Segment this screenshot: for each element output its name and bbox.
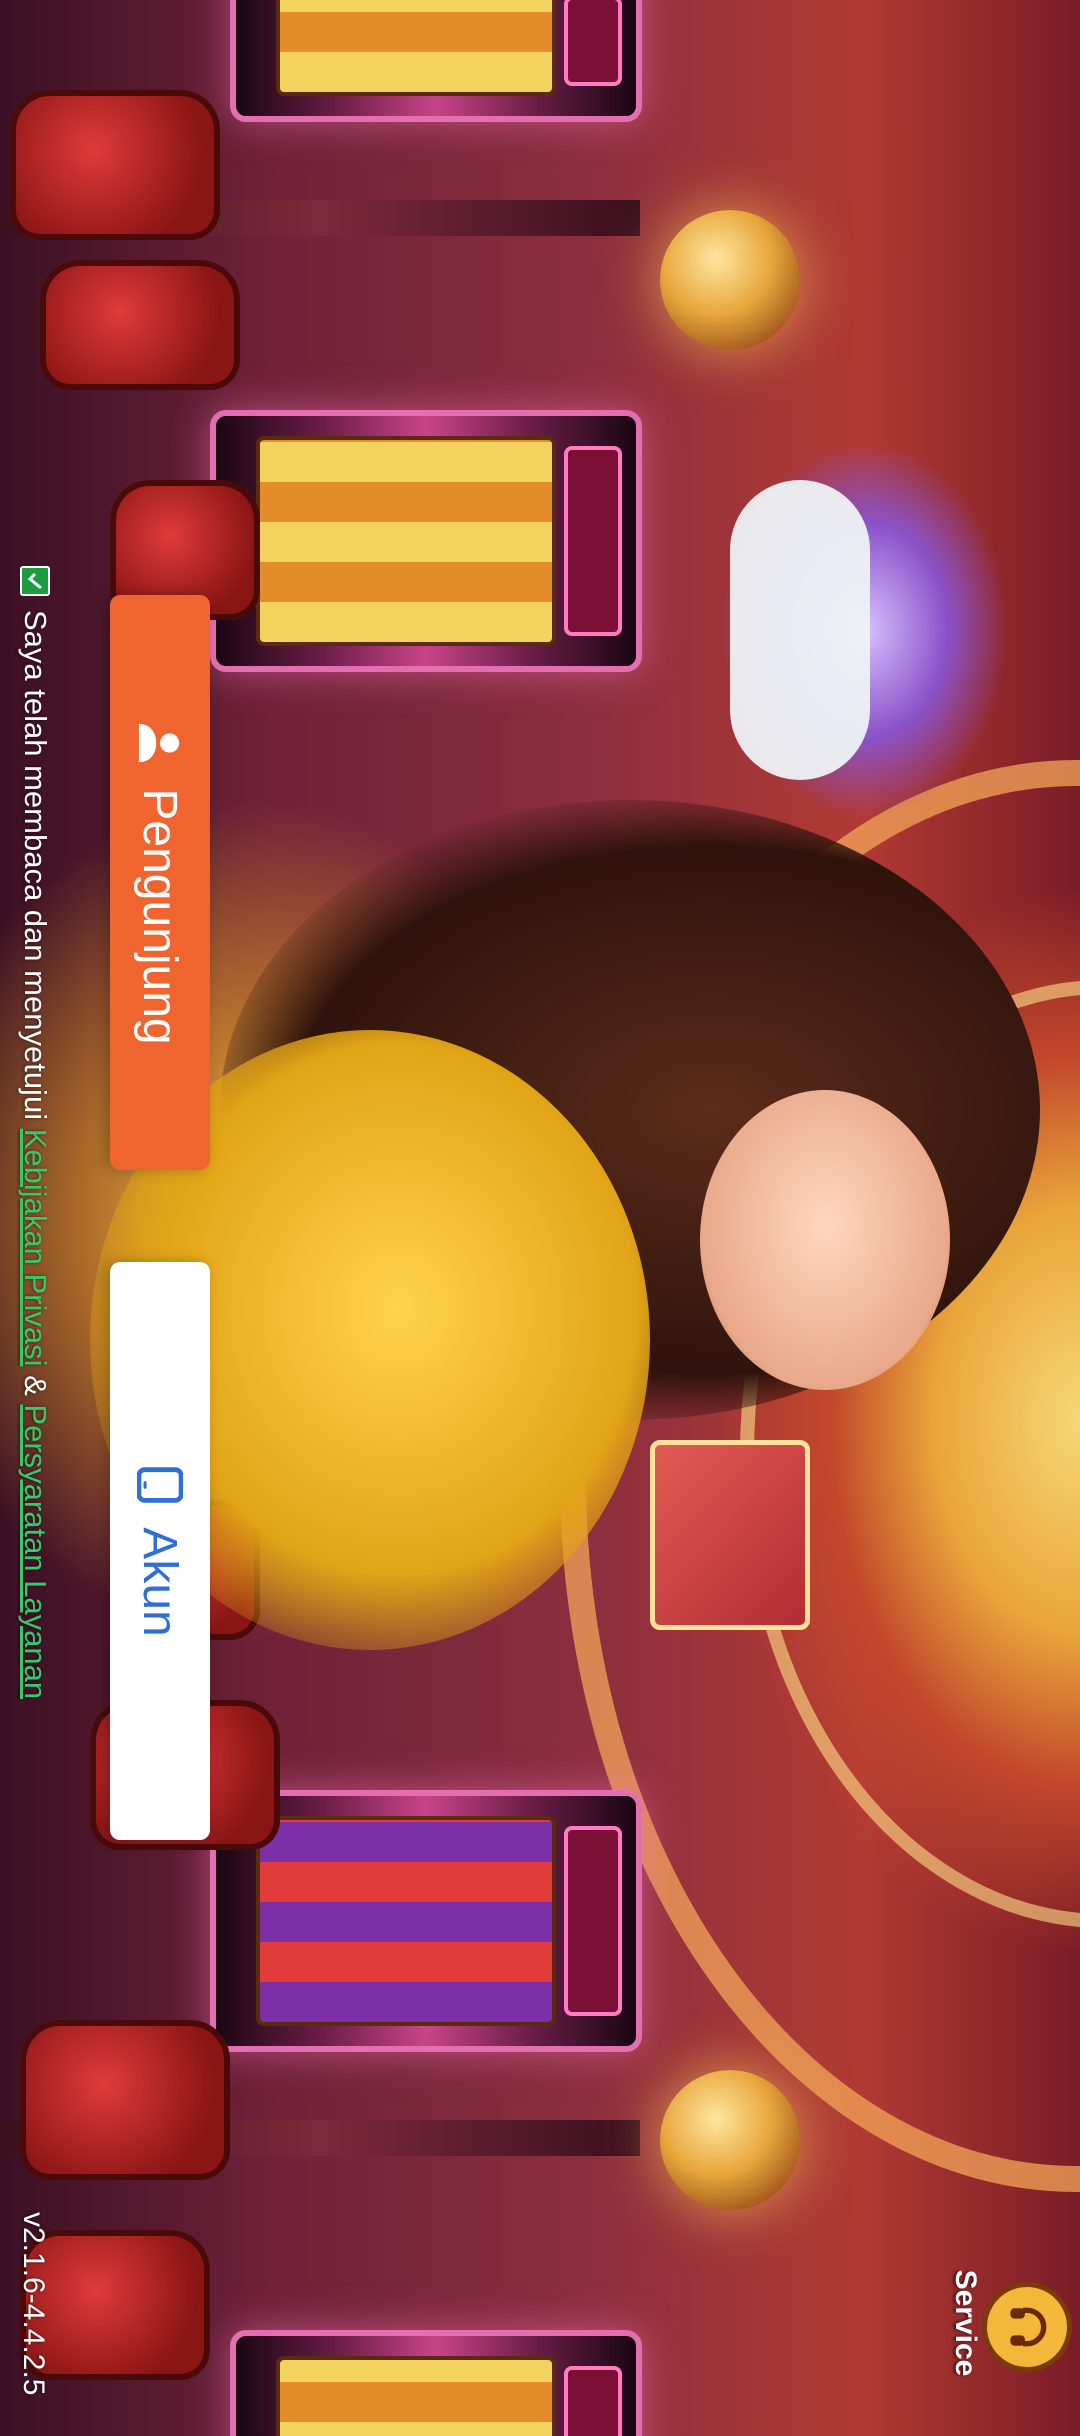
- account-login-label: Akun: [133, 1527, 187, 1637]
- headset-icon: [982, 2282, 1072, 2372]
- check-icon: [27, 572, 42, 590]
- agreement-separator: &: [18, 1366, 53, 1405]
- service-label: Service: [949, 2269, 982, 2377]
- service-button[interactable]: Service: [930, 2258, 1080, 2388]
- terms-of-service-link[interactable]: Persyaratan Layanan: [18, 1404, 53, 1699]
- version-label: v2.1.6-4.4.2.5: [17, 2212, 50, 2396]
- privacy-policy-link[interactable]: Kebijakan Privasi: [18, 1129, 53, 1367]
- visitor-login-button[interactable]: Pengunjung: [110, 595, 210, 1170]
- agreement-checkbox[interactable]: [20, 566, 50, 596]
- user-icon: [137, 720, 183, 766]
- visitor-login-label: Pengunjung: [133, 788, 187, 1045]
- phone-icon: [137, 1465, 183, 1505]
- agreement-row: Saya telah membaca dan menyetujui Kebija…: [12, 566, 58, 1699]
- account-login-button[interactable]: Akun: [110, 1262, 210, 1840]
- login-screen: Pengunjung Akun Saya telah membaca dan m…: [0, 0, 1080, 2436]
- agreement-text: Saya telah membaca dan menyetujui: [18, 610, 53, 1129]
